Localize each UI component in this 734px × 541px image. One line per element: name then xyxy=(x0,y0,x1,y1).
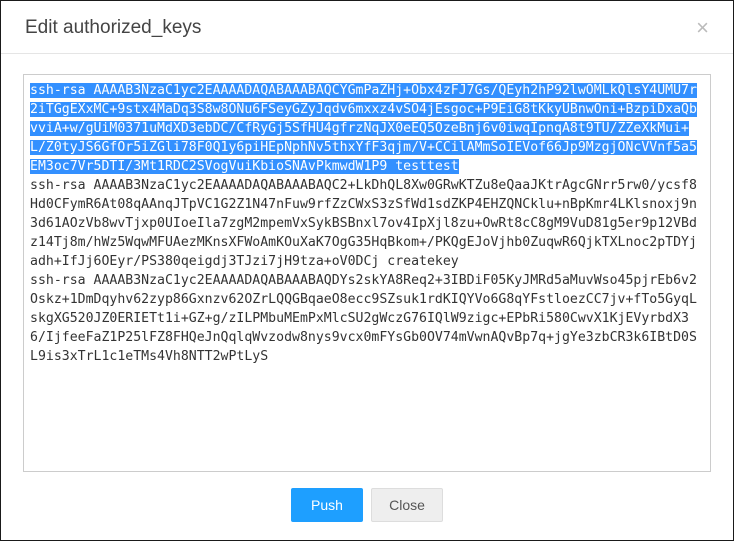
selected-key-text: ssh-rsa AAAAB3NzaC1yc2EAAAADAQABAAABAQCY… xyxy=(30,83,697,174)
remaining-keys-text: ssh-rsa AAAAB3NzaC1yc2EAAAADAQABAAABAQC2… xyxy=(30,178,697,364)
close-icon[interactable]: × xyxy=(692,15,713,41)
dialog-header: Edit authorized_keys × xyxy=(1,1,733,54)
dialog-title: Edit authorized_keys xyxy=(25,17,201,39)
authorized-keys-field-wrap: ssh-rsa AAAAB3NzaC1yc2EAAAADAQABAAABAQCY… xyxy=(23,74,711,472)
push-button[interactable]: Push xyxy=(291,488,363,522)
close-button[interactable]: Close xyxy=(371,488,443,522)
edit-authorized-keys-dialog: Edit authorized_keys × ssh-rsa AAAAB3Nza… xyxy=(0,0,734,541)
dialog-footer: Push Close xyxy=(1,472,733,540)
authorized-keys-textarea[interactable]: ssh-rsa AAAAB3NzaC1yc2EAAAADAQABAAABAQCY… xyxy=(24,75,710,471)
